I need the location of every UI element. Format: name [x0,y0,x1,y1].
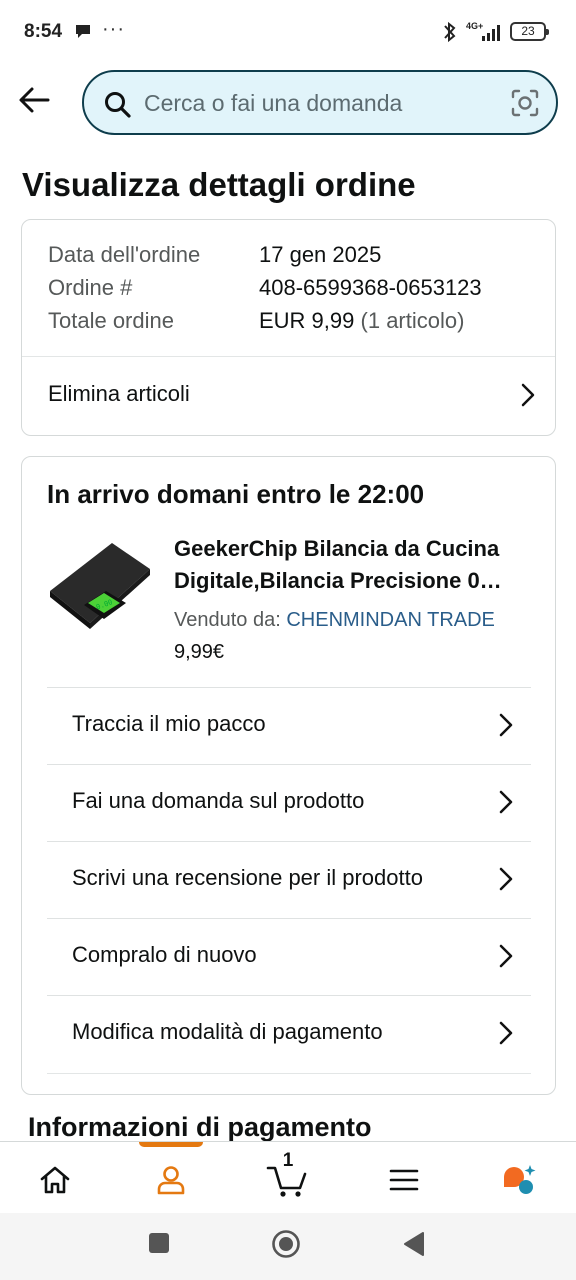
product-price: 9,99€ [174,641,225,663]
battery-icon: 23 [510,22,549,41]
product-title[interactable]: GeekerChip Bilancia da Cucina Digitale,B… [174,533,539,597]
back-system-button[interactable] [402,1231,426,1262]
order-number-value: 408-6599368-0653123 [259,275,482,300]
nav-menu[interactable] [374,1158,434,1202]
order-date-label: Data dell'ordine [48,242,201,267]
status-time: 8:54 [24,21,63,42]
delivery-status-title: In arrivo domani entro le 22:00 [47,479,425,509]
message-notification-icon [74,22,92,45]
arrow-left-icon [19,87,50,113]
chevron-right-icon [499,944,513,973]
chevron-right-icon [499,790,513,819]
order-date-value: 17 gen 2025 [259,242,382,267]
nav-account[interactable] [141,1158,201,1202]
shipment-card: In arrivo domani entro le 22:00 0.00 Gee… [21,456,556,1095]
page-title: Visualizza dettagli ordine [22,166,416,203]
screen: 8:54 ··· 4G+ 23 Cerca o fai una domanda … [0,0,576,1280]
seller-label: Venduto da: [174,609,281,631]
product-image[interactable]: 0.00 [46,539,154,635]
signal-icon [481,22,505,47]
back-button[interactable] [14,80,54,120]
chevron-right-icon [499,867,513,896]
bluetooth-icon [442,20,458,49]
divider [47,1073,531,1074]
order-total-amount: EUR 9,99 [259,308,355,333]
chevron-right-icon [499,713,513,742]
cart-count-badge: 1 [282,1150,294,1171]
camera-scan-icon[interactable] [510,88,540,123]
order-summary-card: Data dell'ordine 17 gen 2025 Ordine # 40… [21,219,556,436]
write-review-label: Scrivi una recensione per il prodotto [72,865,423,890]
change-payment-label: Modifica modalità di pagamento [72,1019,383,1044]
seller-info: Venduto da: CHENMINDAN TRADE [174,609,495,632]
payment-info-title: Informazioni di pagamento [28,1112,372,1142]
nav-rufus-assistant[interactable] [490,1158,550,1202]
recent-apps-button[interactable] [147,1231,171,1260]
order-total-value: EUR 9,99 (1 articolo) [259,308,464,334]
change-payment-row[interactable]: Modifica modalità di pagamento [47,995,531,1072]
delete-items-row[interactable]: Elimina articoli [22,357,555,436]
write-review-row[interactable]: Scrivi una recensione per il prodotto [47,841,531,918]
delete-items-label: Elimina articoli [48,381,190,406]
product-title-line2: Digitale,Bilancia Precisione 0… [174,568,502,593]
home-system-button[interactable] [271,1229,301,1264]
home-icon [40,1166,70,1194]
nav-home[interactable] [25,1158,85,1202]
ask-question-row[interactable]: Fai una domanda sul prodotto [47,764,531,841]
more-notifications-icon: ··· [102,18,125,40]
order-total-count: (1 articolo) [360,308,465,333]
track-package-label: Traccia il mio pacco [72,711,266,736]
search-icon [104,91,132,124]
seller-link[interactable]: CHENMINDAN TRADE [286,609,495,631]
assistant-chat-icon [504,1165,536,1194]
chevron-right-icon [521,383,535,412]
order-number-label: Ordine # [48,275,133,300]
order-total-label: Totale ordine [48,308,174,333]
system-navigation-bar [0,1213,576,1280]
search-input[interactable] [144,86,504,120]
status-bar: 8:54 ··· 4G+ 23 [0,0,576,64]
hamburger-menu-icon [389,1169,419,1191]
track-package-row[interactable]: Traccia il mio pacco [47,687,531,764]
active-tab-indicator [139,1142,203,1147]
buy-again-label: Compralo di nuovo [72,942,257,967]
user-icon [157,1166,185,1195]
product-title-line1: GeekerChip Bilancia da Cucina [174,536,500,561]
chevron-right-icon [499,1021,513,1050]
bottom-nav: 1 [0,1141,576,1213]
ask-question-label: Fai una domanda sul prodotto [72,788,365,813]
nav-cart[interactable]: 1 [258,1150,318,1202]
buy-again-row[interactable]: Compralo di nuovo [47,918,531,995]
search-bar[interactable] [82,70,558,135]
